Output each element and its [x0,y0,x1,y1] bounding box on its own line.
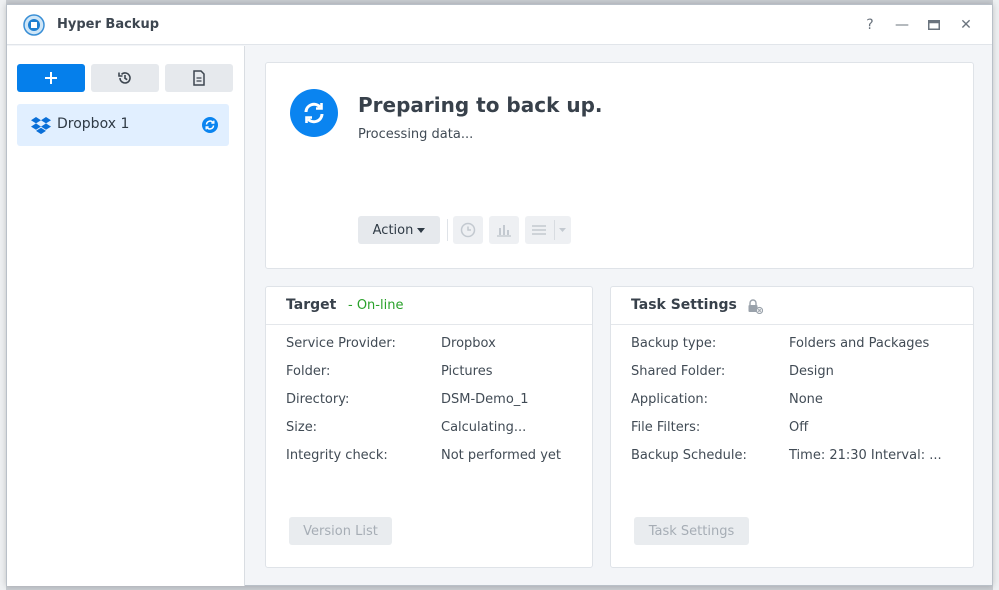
hyper-backup-window: Hyper Backup ? — ✕ Dropbox 1 Preparing t… [6,4,993,586]
target-row-value: Pictures [441,364,493,379]
log-button[interactable] [165,64,233,92]
backup-status-panel: Preparing to back up. Processing data...… [265,62,974,269]
settings-row-label: Backup Schedule: [631,448,747,463]
task-settings-button[interactable]: Task Settings [634,517,749,545]
title-bar: Hyper Backup ? — ✕ [7,5,992,45]
target-card-title: Target [286,297,337,313]
target-row-label: Folder: [286,364,331,379]
action-dropdown-button[interactable]: Action [358,216,440,244]
target-row-value: Not performed yet [441,448,561,463]
settings-row-value: Folders and Packages [789,336,930,351]
target-row-label: Size: [286,420,318,435]
create-task-button[interactable] [17,64,85,92]
help-button[interactable]: ? [860,15,880,35]
dropbox-icon [31,117,51,134]
minimize-button[interactable]: — [892,15,912,35]
task-item-label: Dropbox 1 [57,116,130,132]
task-item-dropbox-1[interactable]: Dropbox 1 [17,104,229,146]
sidebar: Dropbox 1 [7,46,245,586]
target-row-value: Dropbox [441,336,496,351]
sync-icon [202,117,218,133]
task-settings-card-title: Task Settings [631,297,737,313]
window-title: Hyper Backup [57,17,160,32]
version-list-button[interactable]: Version List [289,517,392,545]
target-row-value: Calculating... [441,420,527,435]
plus-icon [45,72,57,84]
settings-row-label: Backup type: [631,336,717,351]
split-divider [554,220,555,240]
status-indicator [290,89,338,137]
list-menu-button[interactable] [525,216,571,244]
maximize-button[interactable] [924,15,944,35]
history-icon [118,72,131,84]
settings-row-value: Time: 21:30 Interval: ... [789,448,942,463]
settings-row-label: File Filters: [631,420,701,435]
settings-row-value: Off [789,420,809,435]
task-settings-card-header: Task Settings [611,287,973,325]
clock-icon [460,222,476,238]
target-row-value: DSM-Demo_1 [441,392,529,407]
status-subtitle: Processing data... [358,127,474,142]
maximize-icon [928,20,940,30]
target-card: Target - On-line Service Provider: Dropb… [265,286,593,568]
restore-button[interactable] [91,64,159,92]
caret-down-icon [417,227,426,233]
target-status: - On-line [348,298,404,313]
task-settings-card: Task Settings Backup type: Folders and P… [610,286,974,568]
statistics-button[interactable] [489,216,519,244]
status-title: Preparing to back up. [358,93,603,117]
action-button-label: Action [372,222,414,238]
target-row-label: Directory: [286,392,350,407]
target-row-label: Integrity check: [286,448,388,463]
settings-row-label: Shared Folder: [631,364,726,379]
close-button[interactable]: ✕ [956,15,976,35]
lock-icon [748,299,763,314]
settings-row-label: Application: [631,392,709,407]
schedule-button[interactable] [453,216,483,244]
toolbar-divider [447,219,448,241]
log-icon [193,70,205,86]
background-right [993,0,999,590]
target-row-label: Service Provider: [286,336,396,351]
hyper-backup-app-icon [23,14,45,36]
bar-chart-icon [497,225,511,237]
list-icon [532,225,546,235]
sync-icon [304,102,324,124]
settings-row-value: None [789,392,823,407]
settings-row-value: Design [789,364,834,379]
caret-down-icon [559,228,566,232]
target-card-header: Target - On-line [266,287,592,325]
